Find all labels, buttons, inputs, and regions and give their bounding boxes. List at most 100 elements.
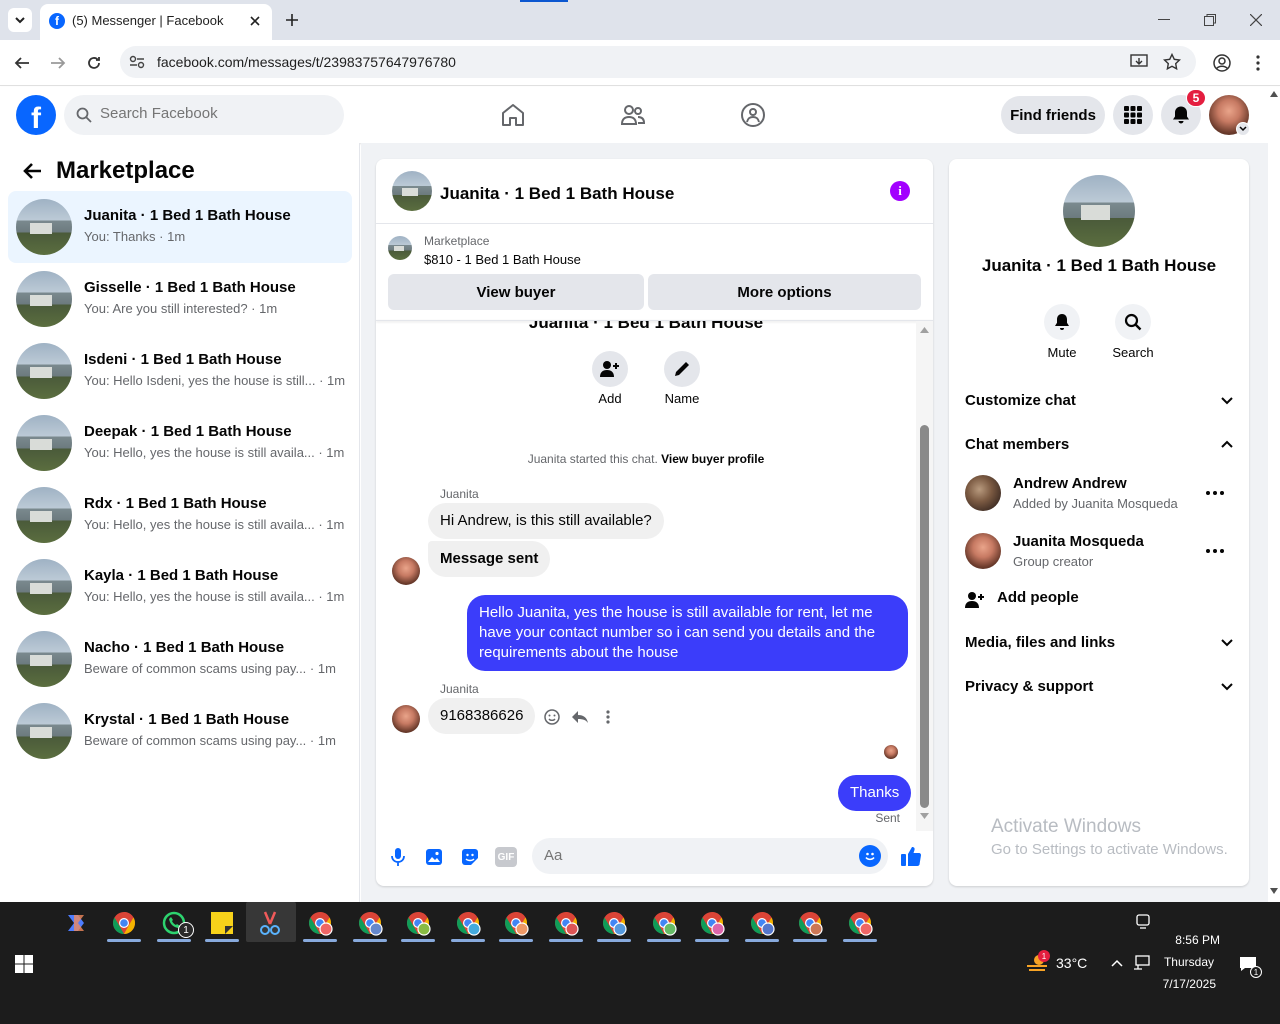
browser-menu-icon[interactable] xyxy=(1246,51,1270,75)
tray-device-icon[interactable] xyxy=(1134,913,1152,931)
scroll-up-icon[interactable] xyxy=(1270,91,1278,97)
tab-search-button[interactable] xyxy=(8,8,32,32)
account-chevron-icon[interactable] xyxy=(1236,122,1250,136)
scrollbar-track[interactable] xyxy=(916,321,933,831)
chat-list-item[interactable]: Krystal · 1 Bed 1 Bath House Beware of co… xyxy=(8,695,352,767)
home-nav-icon[interactable] xyxy=(496,99,530,131)
mute-label: Mute xyxy=(1047,345,1077,360)
facebook-search-box[interactable] xyxy=(64,95,344,135)
add-member-button[interactable] xyxy=(592,351,628,387)
back-arrow-icon[interactable] xyxy=(20,159,44,183)
chat-list-item[interactable]: Nacho · 1 Bed 1 Bath House Beware of comm… xyxy=(8,623,352,695)
scrollbar-thumb[interactable] xyxy=(920,425,929,808)
facebook-logo-icon[interactable]: f xyxy=(16,95,56,135)
photo-icon[interactable] xyxy=(423,845,445,869)
chrome-profile-icon[interactable] xyxy=(744,908,780,938)
windows-start-icon[interactable] xyxy=(12,952,36,976)
close-tab-icon[interactable] xyxy=(246,12,264,30)
member-options-icon[interactable] xyxy=(1203,483,1227,503)
react-smiley-icon[interactable] xyxy=(542,707,562,727)
chat-list-item[interactable]: Deepak · 1 Bed 1 Bath House You: Hello, y… xyxy=(8,407,352,479)
find-friends-button[interactable]: Find friends xyxy=(1001,96,1105,134)
message-scroll-area[interactable]: Juanita · 1 Bed 1 Bath House Add Name Ju… xyxy=(376,321,916,831)
facebook-search-input[interactable] xyxy=(100,105,330,122)
thumbs-up-icon[interactable] xyxy=(898,843,924,869)
incoming-message[interactable]: 9168386626 xyxy=(428,698,536,734)
scroll-down-icon[interactable] xyxy=(920,813,929,819)
browser-tab[interactable]: f (5) Messenger | Facebook xyxy=(40,4,272,40)
chrome-profile-icon[interactable] xyxy=(646,908,682,938)
gif-icon[interactable]: GIF xyxy=(495,847,517,867)
sticker-icon[interactable] xyxy=(459,845,481,869)
sticky-notes-icon[interactable] xyxy=(204,908,240,938)
close-window-icon[interactable] xyxy=(1242,8,1270,32)
more-actions-icon[interactable] xyxy=(598,707,618,727)
scroll-down-icon[interactable] xyxy=(1270,888,1278,894)
outgoing-message[interactable]: Hello Juanita, yes the house is still av… xyxy=(467,595,908,671)
outgoing-message[interactable]: Thanks xyxy=(838,775,912,811)
minimize-icon[interactable] xyxy=(1150,8,1178,32)
search-chat-button[interactable] xyxy=(1115,304,1151,340)
member-name[interactable]: Juanita Mosqueda xyxy=(1013,533,1144,550)
microphone-icon[interactable] xyxy=(388,845,408,869)
incoming-message[interactable]: Message sent xyxy=(428,541,551,577)
menu-grid-button[interactable] xyxy=(1113,95,1153,135)
chrome-profile-icon[interactable] xyxy=(302,908,338,938)
customize-chat-section[interactable]: Customize chat xyxy=(965,392,1233,416)
forward-icon[interactable] xyxy=(46,51,70,75)
more-options-button[interactable]: More options xyxy=(648,274,921,310)
chrome-profile-icon[interactable] xyxy=(842,908,878,938)
member-role: Group creator xyxy=(1013,554,1094,569)
network-icon[interactable] xyxy=(1132,953,1152,973)
member-options-icon[interactable] xyxy=(1203,541,1227,561)
message-input[interactable] xyxy=(544,847,844,864)
back-icon[interactable] xyxy=(10,51,34,75)
add-people-row[interactable]: Add people xyxy=(965,589,1233,613)
chat-header-title[interactable]: Juanita · 1 Bed 1 Bath House xyxy=(440,184,674,204)
mute-button[interactable] xyxy=(1044,304,1080,340)
chrome-profile-icon[interactable] xyxy=(400,908,436,938)
chat-list-item[interactable]: Juanita · 1 Bed 1 Bath House You: Thanks … xyxy=(8,191,352,263)
chat-thumbnail xyxy=(16,199,72,255)
copilot-icon[interactable] xyxy=(58,908,94,938)
groups-nav-icon[interactable] xyxy=(736,99,770,131)
edit-name-button[interactable] xyxy=(664,351,700,387)
reply-icon[interactable] xyxy=(570,707,590,727)
address-bar[interactable]: facebook.com/messages/t/2398375764797678… xyxy=(120,46,1196,78)
chat-list-item[interactable]: Rdx · 1 Bed 1 Bath House You: Hello, yes … xyxy=(8,479,352,551)
member-name[interactable]: Andrew Andrew xyxy=(1013,475,1127,492)
activate-windows-title: Activate Windows xyxy=(991,816,1141,837)
message-composer[interactable] xyxy=(532,838,888,874)
listing-title[interactable]: $810 - 1 Bed 1 Bath House xyxy=(424,252,581,267)
tray-chevron-up-icon[interactable] xyxy=(1109,955,1125,971)
friends-nav-icon[interactable] xyxy=(616,99,650,131)
profile-icon[interactable] xyxy=(1210,51,1234,75)
chrome-profile-icon[interactable] xyxy=(694,908,730,938)
scroll-up-icon[interactable] xyxy=(920,327,929,333)
chat-members-section[interactable]: Chat members xyxy=(965,436,1233,460)
emoji-icon[interactable] xyxy=(859,845,881,867)
page-scrollbar[interactable] xyxy=(1268,87,1280,902)
chrome-profile-icon[interactable] xyxy=(792,908,828,938)
bookmark-star-icon[interactable] xyxy=(1161,52,1183,72)
chat-list-item[interactable]: Gisselle · 1 Bed 1 Bath House You: Are yo… xyxy=(8,263,352,335)
conversation-info-icon[interactable]: i xyxy=(890,181,910,201)
chat-list-item[interactable]: Kayla · 1 Bed 1 Bath House You: Hello, ye… xyxy=(8,551,352,623)
view-buyer-button[interactable]: View buyer xyxy=(388,274,644,310)
media-files-section[interactable]: Media, files and links xyxy=(965,634,1233,658)
view-buyer-profile-link[interactable]: View buyer profile xyxy=(661,452,764,466)
restore-icon[interactable] xyxy=(1196,8,1224,32)
chrome-icon[interactable] xyxy=(106,908,142,938)
chrome-profile-icon[interactable] xyxy=(450,908,486,938)
chat-list-item[interactable]: Isdeni · 1 Bed 1 Bath House You: Hello Is… xyxy=(8,335,352,407)
chrome-profile-icon[interactable] xyxy=(352,908,388,938)
chrome-profile-icon[interactable] xyxy=(548,908,584,938)
chrome-profile-icon[interactable] xyxy=(498,908,534,938)
privacy-support-section[interactable]: Privacy & support xyxy=(965,678,1233,702)
chrome-profile-icon[interactable] xyxy=(596,908,632,938)
incoming-message[interactable]: Hi Andrew, is this still available? xyxy=(428,503,664,539)
reload-icon[interactable] xyxy=(82,51,106,75)
install-app-icon[interactable] xyxy=(1128,52,1150,72)
site-info-icon[interactable] xyxy=(128,53,146,71)
new-tab-icon[interactable] xyxy=(282,10,302,30)
